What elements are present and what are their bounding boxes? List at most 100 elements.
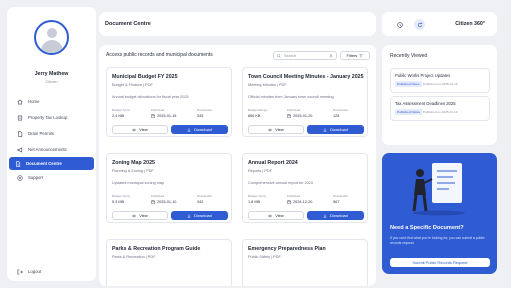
download-icon xyxy=(187,213,191,218)
calendar-icon xyxy=(287,114,291,118)
published-date: 2025-01-20 xyxy=(287,114,312,118)
logout-icon xyxy=(17,269,23,274)
user-name: Jerry Mathew xyxy=(34,71,69,77)
sidebar-item-home[interactable]: Home xyxy=(11,95,92,108)
file-icon xyxy=(18,130,23,137)
document-card: Emergency Preparedness Plan Public Safety… xyxy=(242,239,368,286)
megaphone-icon xyxy=(17,146,23,153)
published-date: 2025-01-10 xyxy=(151,200,176,204)
status-badge: Published Notice xyxy=(395,109,423,115)
document-icon xyxy=(16,160,21,167)
document-description: Annual budget allocations for fiscal yea… xyxy=(112,95,189,99)
filters-button[interactable]: Filters xyxy=(340,51,370,60)
search-placeholder: Search xyxy=(284,53,297,58)
status-badge: Published Notes xyxy=(395,81,422,87)
document-card: Annual Report 2024 Reports | PDF Comprehen… xyxy=(242,153,368,223)
published-date-text: 2025-01-15 xyxy=(157,114,177,118)
download-label: Download xyxy=(330,213,348,218)
sidebar-item-support[interactable]: Support xyxy=(11,171,92,184)
home-icon xyxy=(17,99,23,104)
document-card: Municipal Budget FY 2025 Budget & Finance… xyxy=(106,67,232,137)
view-label: View xyxy=(139,127,148,132)
download-button[interactable]: Download xyxy=(171,211,228,220)
size-label: Budget Tycon xyxy=(112,194,131,198)
header-controls: Citizen 360° xyxy=(382,12,497,36)
download-icon xyxy=(323,127,327,132)
sidebar-item-label: Document Centre xyxy=(26,161,62,166)
download-count: 342 xyxy=(197,200,204,204)
size-label: Budget Tycon xyxy=(112,108,131,112)
document-title: Parks & Recreation Program Guide xyxy=(112,246,201,252)
size-label: Budget Tycon xyxy=(248,194,267,198)
downloads-label: Downloads xyxy=(197,108,212,112)
document-card: Zoning Map 2025 Planning & Zoning | PDF Up… xyxy=(106,153,232,223)
file-size: 2.4 MB xyxy=(112,114,125,118)
sidebar-item-label: Property Tax Lookup xyxy=(28,115,68,120)
sidebar-item-label: Support xyxy=(28,175,44,180)
sidebar-item-label: Drain Permits xyxy=(28,131,55,136)
eye-icon xyxy=(268,214,273,217)
submit-request-button[interactable]: Submit Public Records Request xyxy=(390,258,490,267)
view-button[interactable]: View xyxy=(112,211,168,220)
sidebar-item-announcements[interactable]: Net Announcements xyxy=(11,143,92,156)
recent-item-date: Published on 2025-01-15 xyxy=(423,82,458,86)
logout-button[interactable]: Logout xyxy=(11,265,92,278)
downloads-label: Downloads xyxy=(197,194,212,198)
sidebar: Jerry Mathew Citizen Home Property Tax L… xyxy=(7,7,96,281)
recent-item[interactable]: Public Works Project Updates Published N… xyxy=(390,68,490,93)
sidebar-item-permits[interactable]: Drain Permits xyxy=(11,127,92,140)
document-description: Official minutes from January town counc… xyxy=(248,95,334,99)
document-title: Annual Report 2024 xyxy=(248,160,298,166)
download-button[interactable]: Download xyxy=(307,211,364,220)
search-input[interactable]: Search xyxy=(273,51,337,60)
logout-label: Logout xyxy=(28,269,42,274)
clock-button[interactable] xyxy=(394,19,405,30)
published-label: Published xyxy=(287,108,301,112)
page-header: Document Centre xyxy=(99,12,376,36)
recent-item-title: Tax Assessment Deadlines 2025 xyxy=(395,101,456,106)
calendar-icon xyxy=(151,200,155,204)
download-button[interactable]: Download xyxy=(171,125,228,134)
published-label: Published xyxy=(151,194,165,198)
document-category: Meeting Minutes | PDF xyxy=(248,83,287,87)
download-count: 345 xyxy=(197,114,204,118)
filter-icon xyxy=(359,54,364,57)
download-label: Download xyxy=(330,127,348,132)
file-size: 5.3 MB xyxy=(112,200,125,204)
file-size: 856 KB xyxy=(248,114,261,118)
view-label: View xyxy=(275,213,284,218)
document-category: Public Safety | PDF xyxy=(248,255,281,259)
published-date: 2025-01-15 xyxy=(151,114,176,118)
user-role: Citizen xyxy=(45,79,58,84)
recently-viewed-panel: Recently Viewed Public Works Project Upd… xyxy=(382,45,497,145)
document-title: Zoning Map 2025 xyxy=(112,160,155,166)
avatar[interactable] xyxy=(34,20,69,55)
refresh-button[interactable] xyxy=(414,19,425,30)
page-title: Document Centre xyxy=(105,21,151,27)
sidebar-item-document-centre[interactable]: Document Centre xyxy=(9,157,94,170)
download-label: Download xyxy=(194,127,212,132)
view-button[interactable]: View xyxy=(112,125,168,134)
published-date-text: 2025-01-10 xyxy=(157,200,177,204)
document-title: Town Council Meeting Minutes - January 2… xyxy=(248,74,364,80)
section-heading: Access public records and municipal docu… xyxy=(106,52,213,58)
document-category: Parks & Recreation | PDF xyxy=(112,255,156,259)
support-icon xyxy=(17,174,23,181)
calendar-icon xyxy=(287,200,291,204)
eye-icon xyxy=(268,128,273,131)
published-label: Published xyxy=(151,108,165,112)
sidebar-item-property-tax[interactable]: Property Tax Lookup xyxy=(11,111,92,124)
document-category: Planning & Zoning | PDF xyxy=(112,169,154,173)
view-label: View xyxy=(275,127,284,132)
document-card: Town Council Meeting Minutes - January 2… xyxy=(242,67,368,137)
published-date-text: 2025-01-20 xyxy=(293,114,313,118)
clock-icon xyxy=(396,21,403,28)
view-button[interactable]: View xyxy=(248,211,304,220)
eye-icon xyxy=(132,214,137,217)
recent-item[interactable]: Tax Assessment Deadlines 2025 Published … xyxy=(390,96,490,121)
view-button[interactable]: View xyxy=(248,125,304,134)
size-label: Budget Range xyxy=(248,108,268,112)
download-button[interactable]: Download xyxy=(307,125,364,134)
filters-label: Filters xyxy=(346,53,358,58)
microphone-icon[interactable] xyxy=(329,53,333,58)
